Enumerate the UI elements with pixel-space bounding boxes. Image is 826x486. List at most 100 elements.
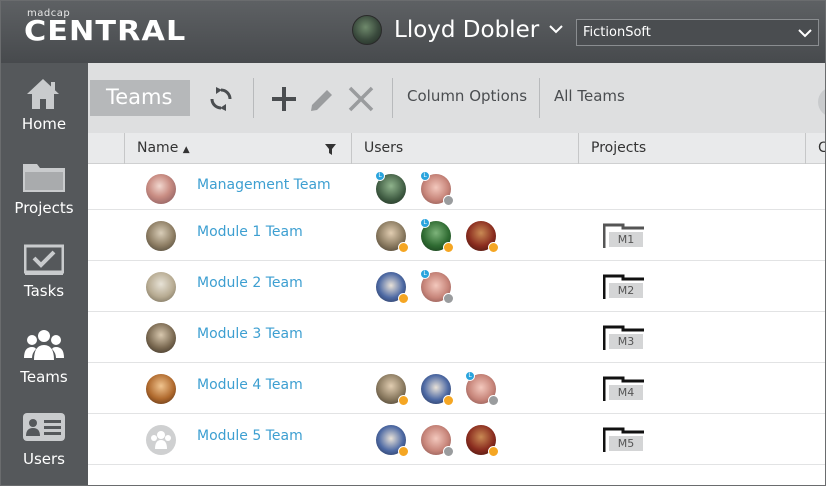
- toolbar-divider: [539, 78, 540, 118]
- team-name-link[interactable]: Module 3 Team: [197, 326, 303, 342]
- column-separator: [124, 133, 125, 164]
- column-header-projects[interactable]: Projects: [591, 133, 646, 164]
- column-separator: [351, 133, 352, 164]
- project-badge[interactable]: M3: [603, 325, 645, 351]
- user-avatar[interactable]: [376, 425, 409, 457]
- sidebar-item-label: Home: [21, 115, 67, 133]
- toolbar-divider: [392, 78, 393, 118]
- team-placeholder-icon: [151, 431, 171, 449]
- status-away-icon: [398, 446, 409, 457]
- status-offline-icon: [488, 395, 499, 406]
- leader-badge-icon: L: [420, 269, 430, 279]
- users-icon: [23, 413, 65, 441]
- sidebar-item-label: Tasks: [23, 282, 65, 300]
- logo-central[interactable]: CENTRAL: [24, 14, 186, 47]
- table-row[interactable]: Module 2 Team L M2: [88, 261, 826, 312]
- sidebar: Home Projects Tasks Teams Users: [0, 63, 88, 486]
- search-toggle-button[interactable]: [818, 87, 826, 117]
- user-avatar[interactable]: [376, 374, 409, 406]
- status-away-icon: [398, 395, 409, 406]
- sidebar-item-home[interactable]: Home: [0, 63, 88, 145]
- refresh-icon[interactable]: [209, 87, 233, 111]
- user-avatar[interactable]: L: [420, 269, 454, 304]
- delete-icon[interactable]: [347, 85, 375, 113]
- add-icon[interactable]: [270, 85, 298, 113]
- folder-icon: [23, 164, 65, 192]
- app-header: madcap CENTRAL Lloyd Dobler FictionSoft: [0, 0, 826, 63]
- sidebar-item-users[interactable]: Users: [0, 398, 88, 480]
- sidebar-item-teams[interactable]: Teams: [0, 314, 88, 396]
- user-avatar[interactable]: [376, 272, 409, 304]
- filter-icon[interactable]: [325, 144, 336, 155]
- project-label: M4: [609, 385, 643, 400]
- team-avatar: [146, 425, 176, 455]
- table-row[interactable]: Module 4 Team L M4: [88, 363, 826, 414]
- table-row[interactable]: Module 3 Team M3: [88, 312, 826, 363]
- team-avatar: [146, 272, 176, 302]
- status-offline-icon: [443, 195, 454, 206]
- home-icon: [27, 79, 59, 109]
- team-avatar: [146, 221, 176, 251]
- team-name-link[interactable]: Module 1 Team: [197, 224, 303, 240]
- sidebar-item-projects[interactable]: Projects: [0, 147, 88, 229]
- team-avatar: [146, 374, 176, 404]
- status-away-icon: [398, 242, 409, 253]
- project-label: M2: [609, 283, 643, 298]
- leader-badge-icon: L: [465, 371, 475, 381]
- status-away-icon: [398, 293, 409, 304]
- edit-icon[interactable]: [308, 85, 336, 113]
- team-name-link[interactable]: Module 5 Team: [197, 428, 303, 444]
- table-row[interactable]: Module 5 Team M5: [88, 414, 826, 465]
- organization-select[interactable]: FictionSoft: [576, 19, 819, 46]
- user-avatar[interactable]: [376, 221, 409, 253]
- table-header: Name ▲ Users Projects C: [88, 133, 826, 164]
- project-badge[interactable]: M5: [603, 427, 645, 453]
- project-label: M5: [609, 436, 643, 451]
- user-avatar[interactable]: L: [420, 218, 454, 253]
- teams-icon: [24, 330, 64, 360]
- sort-ascending-icon: ▲: [182, 145, 190, 155]
- user-avatar[interactable]: L: [420, 171, 454, 206]
- sidebar-item-tasks[interactable]: Tasks: [0, 230, 88, 312]
- user-avatar[interactable]: [421, 374, 454, 406]
- user-avatar[interactable]: [352, 15, 382, 45]
- chevron-down-icon: [798, 29, 812, 38]
- user-avatar[interactable]: L: [375, 171, 406, 204]
- user-name[interactable]: Lloyd Dobler: [394, 17, 539, 43]
- chevron-down-icon[interactable]: [549, 22, 563, 36]
- column-header-c[interactable]: C: [818, 133, 826, 164]
- toolbar-divider: [253, 78, 254, 118]
- tab-teams[interactable]: Teams: [90, 80, 190, 116]
- project-label: M3: [609, 334, 643, 349]
- organization-select-value: FictionSoft: [583, 25, 651, 40]
- team-filter[interactable]: All Teams: [554, 87, 625, 105]
- status-offline-icon: [443, 446, 454, 457]
- user-avatar[interactable]: [466, 221, 499, 253]
- column-options-button[interactable]: Column Options: [407, 87, 527, 105]
- column-separator: [805, 133, 806, 164]
- table-row[interactable]: Management Team L L: [88, 164, 826, 210]
- status-away-icon: [488, 242, 499, 253]
- status-away-icon: [443, 395, 454, 406]
- team-name-link[interactable]: Management Team: [197, 177, 331, 193]
- column-header-users[interactable]: Users: [364, 133, 403, 164]
- team-avatar: [146, 323, 176, 353]
- column-header-name[interactable]: Name ▲: [137, 133, 190, 164]
- user-avatar[interactable]: L: [465, 371, 499, 406]
- sidebar-item-label: Users: [22, 450, 65, 468]
- user-avatar[interactable]: [421, 425, 454, 457]
- leader-badge-icon: L: [420, 171, 430, 181]
- status-offline-icon: [443, 293, 454, 304]
- team-avatar: [146, 174, 176, 204]
- user-avatar[interactable]: [466, 425, 499, 457]
- status-away-icon: [443, 242, 454, 253]
- status-away-icon: [488, 446, 499, 457]
- project-label: M1: [609, 232, 643, 247]
- project-badge[interactable]: M4: [603, 376, 645, 402]
- project-badge[interactable]: M2: [603, 274, 645, 300]
- team-name-link[interactable]: Module 2 Team: [197, 275, 303, 291]
- team-name-link[interactable]: Module 4 Team: [197, 377, 303, 393]
- table-row[interactable]: Module 1 Team L M1: [88, 210, 826, 261]
- toolbar: Teams Column Options All Teams: [88, 63, 826, 133]
- project-badge[interactable]: M1: [603, 223, 645, 249]
